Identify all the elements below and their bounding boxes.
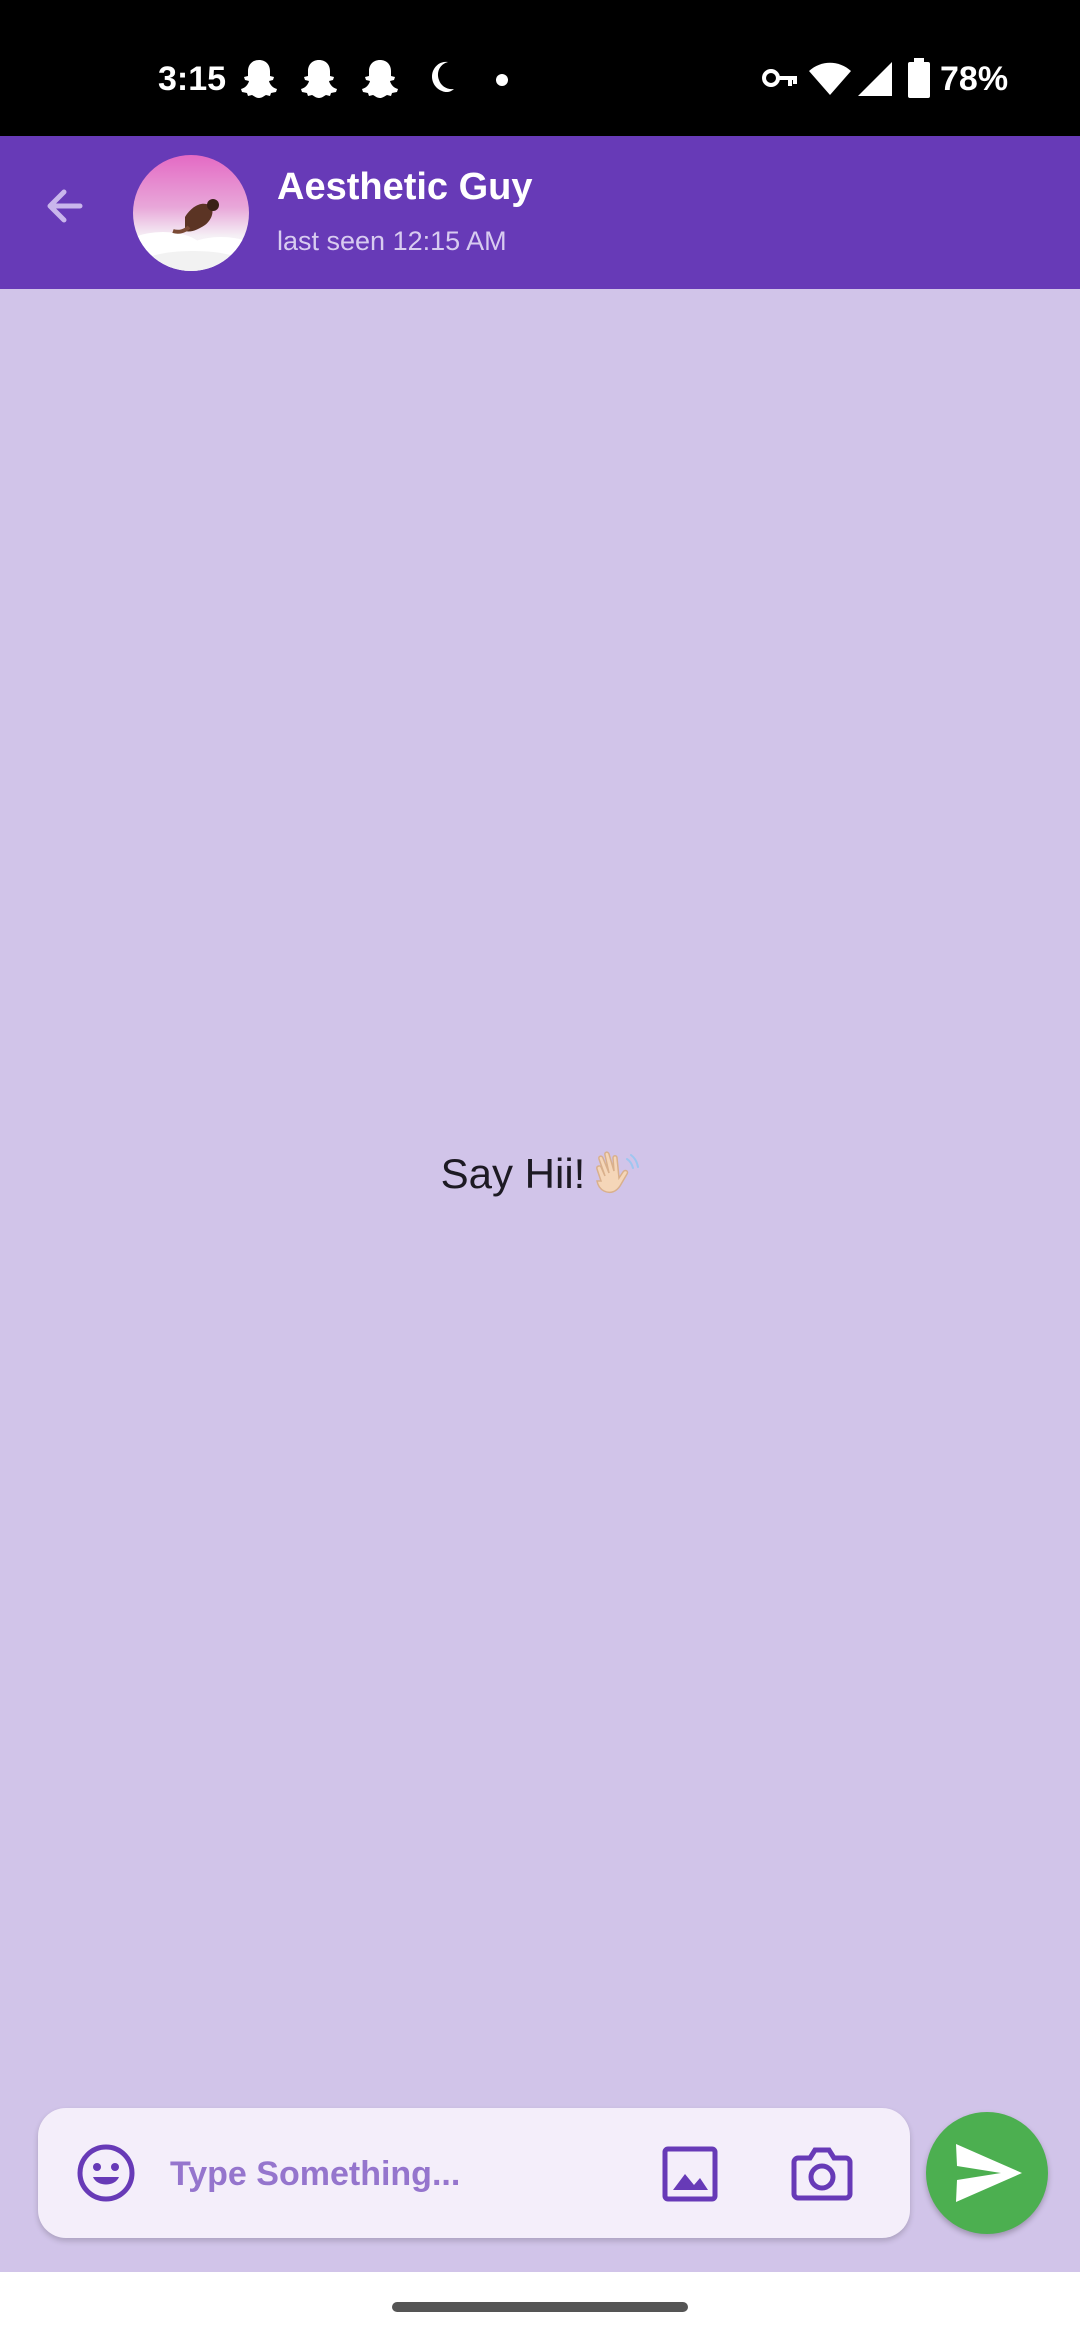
vpn-key-icon [762, 69, 797, 87]
empty-chat-text: Say Hii! [440, 1150, 586, 1197]
send-icon [956, 2144, 1022, 2202]
battery-percentage: 78% [940, 60, 1009, 98]
moon-icon [432, 61, 454, 93]
wifi-icon [809, 62, 851, 95]
emoji-icon[interactable] [76, 2143, 136, 2203]
back-arrow-icon[interactable] [36, 176, 96, 236]
image-gallery-icon[interactable] [660, 2144, 720, 2204]
status-time: 3:15 [158, 60, 227, 98]
signal-icon [858, 62, 892, 96]
waving-hand-icon [596, 1151, 640, 1193]
contact-name[interactable]: Aesthetic Guy [277, 166, 533, 209]
battery-icon [908, 58, 930, 98]
dot-icon [496, 74, 508, 86]
snapchat-icon [241, 60, 277, 98]
snapchat-icon [362, 60, 398, 98]
contact-avatar[interactable] [133, 155, 249, 271]
camera-icon[interactable] [790, 2142, 854, 2204]
empty-chat-message: Say Hii! [0, 1150, 1080, 1203]
home-gesture-handle[interactable] [392, 2302, 688, 2312]
system-navigation-bar [0, 2272, 1080, 2340]
message-input-bar [38, 2108, 910, 2238]
message-text-field[interactable] [168, 2128, 672, 2220]
snapchat-icon [301, 60, 337, 98]
chat-app-bar: Aesthetic Guy last seen 12:15 AM [0, 136, 1080, 289]
last-seen-status: last seen 12:15 AM [277, 226, 507, 256]
send-button[interactable] [926, 2112, 1048, 2234]
status-bar: 3:15 78% [0, 0, 1080, 136]
